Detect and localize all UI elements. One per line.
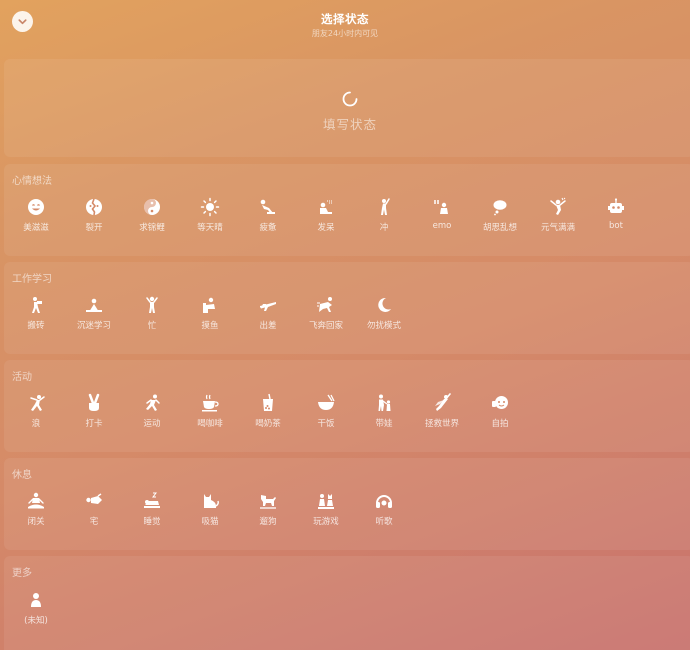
status-item-ximao[interactable]: 吸猫 xyxy=(181,491,239,541)
status-item-bot[interactable]: bot xyxy=(587,197,645,247)
status-item-emo[interactable]: emo xyxy=(413,197,471,247)
status-item-unknown[interactable]: (未知) xyxy=(7,590,65,640)
section-title: 心情想法 xyxy=(12,176,52,187)
section-title: 工作学习 xyxy=(12,274,52,285)
running-home-icon xyxy=(317,297,332,312)
parent-child-icon xyxy=(378,394,391,411)
section-title: 更多 xyxy=(12,568,32,579)
section-title: 休息 xyxy=(12,470,32,481)
status-item-label: 自拍 xyxy=(491,419,509,429)
status-item-zhai[interactable]: 宅 xyxy=(65,491,123,541)
status-item-label: (未知) xyxy=(24,616,48,626)
unknown-person-icon xyxy=(31,593,41,607)
robot-icon xyxy=(608,198,624,213)
status-item-biguan[interactable]: 闭关 xyxy=(7,491,65,541)
status-item-qiujinli[interactable]: 求锦鲤 xyxy=(123,197,181,247)
moon-icon xyxy=(378,297,391,312)
status-item-yuanqimanman[interactable]: 元气满满 xyxy=(529,197,587,247)
energetic-figure-icon xyxy=(550,197,566,215)
status-item-label: 勿扰模式 xyxy=(366,321,401,331)
status-item-tingge[interactable]: 听歌 xyxy=(355,491,413,541)
sun-icon xyxy=(200,197,220,217)
status-item-zipai[interactable]: 自拍 xyxy=(471,393,529,443)
dog-walking-icon xyxy=(260,495,276,509)
status-item-fadai[interactable]: 发呆 xyxy=(297,197,355,247)
status-item-pibei[interactable]: 疲惫 xyxy=(239,197,297,247)
spinner-icon xyxy=(342,91,358,107)
status-item-husiluanxiang[interactable]: 胡思乱想 xyxy=(471,197,529,247)
status-item-lang[interactable]: 浪 xyxy=(7,393,65,443)
status-item-label: 听歌 xyxy=(375,517,393,527)
status-input-placeholder: 填写状态 xyxy=(322,117,377,132)
busy-figure-icon xyxy=(146,296,158,313)
sleeping-figure-icon xyxy=(144,492,160,508)
status-item-daiwa[interactable]: 带娃 xyxy=(355,393,413,443)
status-item-zhengjiushijie[interactable]: 拯救世界 xyxy=(413,393,471,443)
bubble-tea-icon xyxy=(263,393,273,411)
smile-face-icon xyxy=(28,199,44,215)
header: 选择状态 朋友24小时内可见 xyxy=(0,0,690,50)
status-item-chenmixuexi[interactable]: 沉迷学习 xyxy=(65,295,123,345)
dancing-figure-icon xyxy=(30,395,45,411)
status-item-ganfan[interactable]: 干饭 xyxy=(297,393,355,443)
status-item-dengtianqing[interactable]: 等天晴 xyxy=(181,197,239,247)
exhausted-figure-icon xyxy=(260,199,275,214)
section-more: 更多 xyxy=(4,556,690,650)
thought-bubble-icon xyxy=(493,200,507,216)
airplane-icon xyxy=(260,302,276,311)
status-input[interactable] xyxy=(4,59,690,157)
cracked-face-icon xyxy=(86,198,102,216)
status-item-wuraomoshi[interactable]: 勿扰模式 xyxy=(355,295,413,345)
koi-fish-icon xyxy=(144,199,160,215)
lying-figure-icon xyxy=(86,493,102,504)
status-item-banzhuan[interactable]: 搬砖 xyxy=(7,295,65,345)
status-item-meizizi[interactable]: 美滋滋 xyxy=(7,197,65,247)
charge-figure-icon xyxy=(381,198,390,215)
status-item-liekai[interactable]: 裂开 xyxy=(65,197,123,247)
meditation-icon xyxy=(28,492,44,509)
headphones-icon xyxy=(376,495,392,508)
cat-icon xyxy=(204,494,219,508)
brick-carrying-icon xyxy=(32,297,42,313)
status-item-label: bot xyxy=(609,221,623,231)
slacking-figure-icon xyxy=(203,297,215,313)
section-title: 活动 xyxy=(12,372,32,383)
status-item-chuchai[interactable]: 出差 xyxy=(239,295,297,345)
status-item-hekafei[interactable]: 喝咖啡 xyxy=(181,393,239,443)
status-item-daka[interactable]: 打卡 xyxy=(65,393,123,443)
status-item-shuijiao[interactable]: 睡觉 xyxy=(123,491,181,541)
status-item-feibenhuijia[interactable]: 飞奔回家 xyxy=(297,295,355,345)
page-subtitle: 朋友24小时内可见 xyxy=(311,29,379,38)
peace-hand-icon xyxy=(88,393,100,411)
status-item-wanyouxi[interactable]: 玩游戏 xyxy=(297,491,355,541)
selfie-icon xyxy=(492,396,508,409)
status-item-moyu[interactable]: 摸鱼 xyxy=(181,295,239,345)
game-pieces-icon xyxy=(318,494,334,509)
status-item-liugou[interactable]: 遛狗 xyxy=(239,491,297,541)
status-item-mang[interactable]: 忙 xyxy=(123,295,181,345)
coffee-cup-icon xyxy=(202,394,219,412)
rice-bowl-icon xyxy=(318,394,335,410)
status-item-henaicha[interactable]: 喝奶茶 xyxy=(239,393,297,443)
running-figure-icon xyxy=(146,394,160,411)
emo-figure-icon xyxy=(434,200,448,214)
status-item-yundong[interactable]: 运动 xyxy=(123,393,181,443)
page-title: 选择状态 xyxy=(321,12,369,26)
superhero-icon xyxy=(435,393,451,411)
studying-figure-icon xyxy=(86,298,102,312)
daydream-figure-icon xyxy=(320,200,333,214)
status-item-chong[interactable]: 冲 xyxy=(355,197,413,247)
